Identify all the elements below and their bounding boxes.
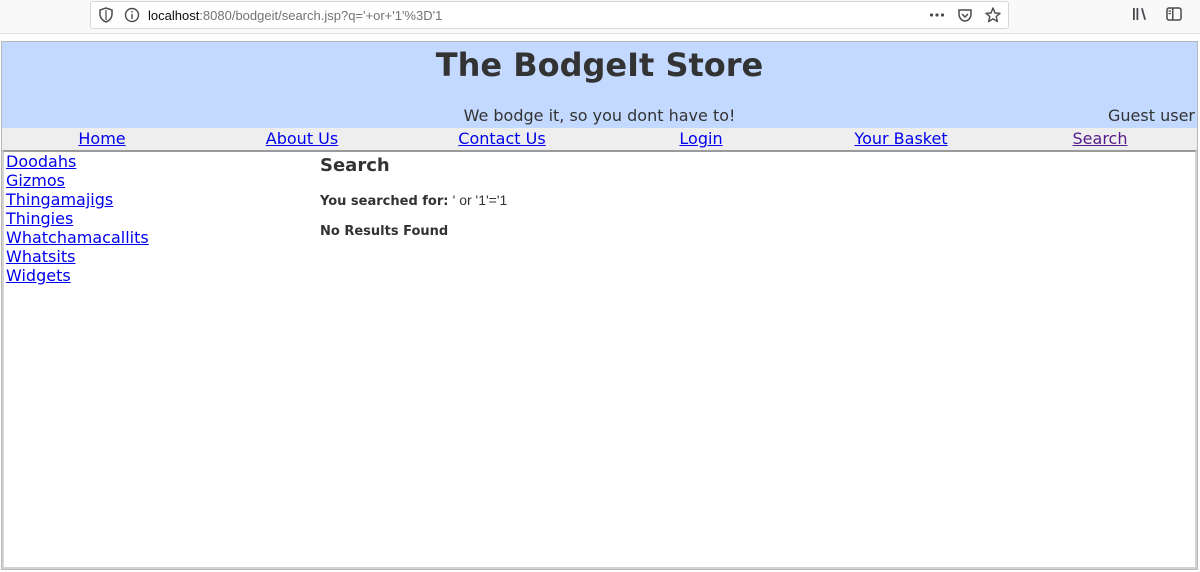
nav-login[interactable]: Login — [679, 129, 722, 149]
search-results: Search You searched for: ' or '1'='1 No … — [320, 155, 507, 240]
library-icon[interactable] — [1131, 5, 1149, 23]
no-results-message: No Results Found — [320, 224, 449, 239]
category-gizmos[interactable]: Gizmos — [6, 171, 149, 190]
url-path: :8080/bodgeit/search.jsp?q='+or+'1'%3D'1 — [199, 8, 443, 23]
search-query-label: You searched for: — [320, 194, 449, 209]
category-whatsits[interactable]: Whatsits — [6, 247, 149, 266]
nav-contact-us[interactable]: Contact Us — [458, 129, 545, 149]
info-icon[interactable] — [123, 6, 141, 24]
sidebar-icon[interactable] — [1165, 5, 1183, 23]
nav-your-basket[interactable]: Your Basket — [854, 129, 947, 149]
browser-toolbar: localhost:8080/bodgeit/search.jsp?q='+or… — [0, 0, 1200, 34]
nav-search[interactable]: Search — [1073, 129, 1128, 149]
star-icon[interactable] — [984, 6, 1002, 24]
pocket-icon[interactable] — [956, 6, 974, 24]
site-tagline: We bodge it, so you dont have to! — [463, 106, 736, 125]
site-header: The BodgeIt Store We bodge it, so you do… — [2, 42, 1197, 128]
address-bar[interactable]: localhost:8080/bodgeit/search.jsp?q='+or… — [90, 1, 1009, 29]
main-nav: Home About Us Contact Us Login Your Bask… — [2, 128, 1197, 150]
search-query-value: ' or '1'='1 — [452, 192, 508, 208]
category-doodahs[interactable]: Doodahs — [6, 152, 149, 171]
url-text: localhost:8080/bodgeit/search.jsp?q='+or… — [148, 7, 442, 25]
page-frame: The BodgeIt Store We bodge it, so you do… — [1, 41, 1198, 570]
site-title: The BodgeIt Store — [435, 46, 764, 84]
page-title: Search — [320, 155, 390, 176]
category-thingies[interactable]: Thingies — [6, 209, 149, 228]
category-whatchamacallits[interactable]: Whatchamacallits — [6, 228, 149, 247]
shield-icon[interactable] — [97, 6, 115, 24]
category-list: Doodahs Gizmos Thingamajigs Thingies Wha… — [6, 152, 149, 285]
search-query-line: You searched for: ' or '1'='1 — [320, 192, 507, 210]
content-area: Doodahs Gizmos Thingamajigs Thingies Wha… — [2, 150, 1197, 569]
url-host: localhost — [148, 8, 200, 23]
nav-home[interactable]: Home — [78, 129, 125, 149]
category-widgets[interactable]: Widgets — [6, 266, 149, 285]
category-thingamajigs[interactable]: Thingamajigs — [6, 190, 149, 209]
more-icon[interactable] — [928, 6, 946, 24]
user-status: Guest user — [1108, 106, 1195, 125]
nav-about-us[interactable]: About Us — [266, 129, 338, 149]
